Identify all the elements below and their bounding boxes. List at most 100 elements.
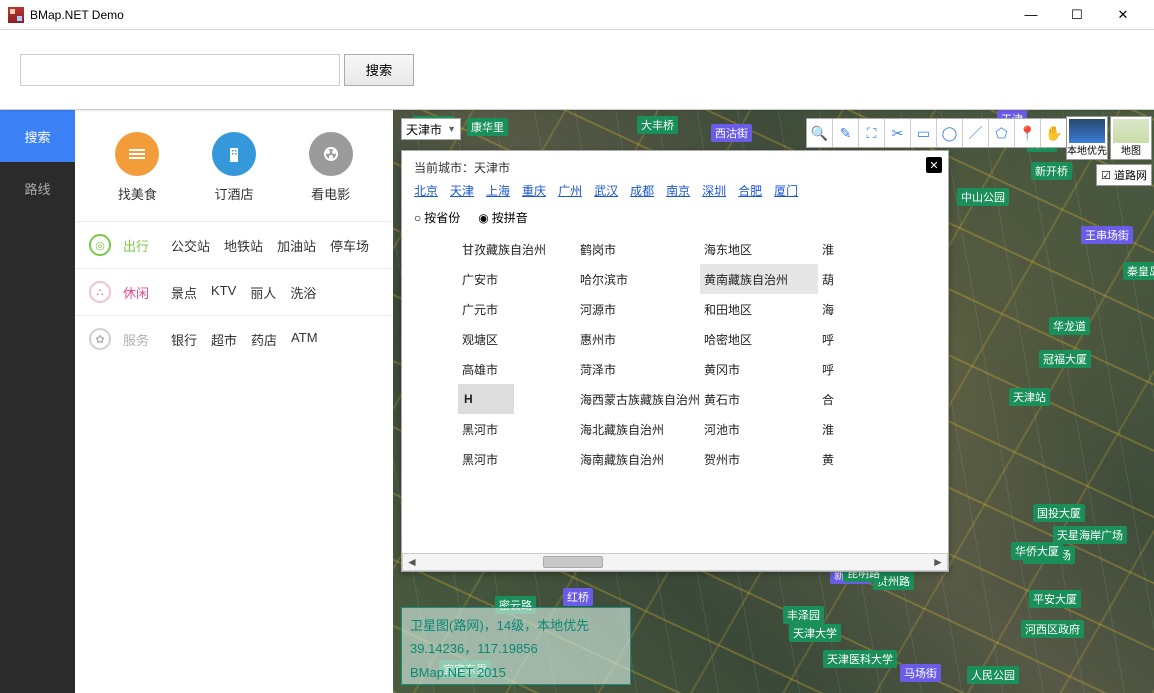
cat-item[interactable]: 药店	[251, 330, 277, 349]
marker-icon[interactable]: 📍	[1015, 119, 1041, 147]
hot-city-link[interactable]: 北京	[414, 182, 438, 199]
map-poi-label[interactable]: 康华里	[467, 118, 508, 136]
city-list-item[interactable]: 黑河市	[458, 444, 576, 474]
line-icon[interactable]: ／	[963, 119, 989, 147]
quick-hotel[interactable]: 订酒店	[212, 132, 256, 203]
hot-city-link[interactable]: 南京	[666, 182, 690, 199]
city-list-item[interactable]: 甘孜藏族自治州	[458, 234, 576, 264]
city-list-item[interactable]: 海	[818, 294, 936, 324]
city-list-item[interactable]: 河池市	[700, 414, 818, 444]
city-list-item[interactable]: 河源市	[576, 294, 700, 324]
hot-city-link[interactable]: 天津	[450, 182, 474, 199]
edit-icon[interactable]: ✎	[833, 119, 859, 147]
circle-icon[interactable]: ◯	[937, 119, 963, 147]
hot-city-link[interactable]: 上海	[486, 182, 510, 199]
map-poi-label[interactable]: 华龙道	[1049, 317, 1090, 335]
sidenav-item-route[interactable]: 路线	[0, 162, 75, 214]
hand-icon[interactable]: ✋	[1041, 119, 1067, 147]
city-list-item[interactable]: 合	[818, 384, 936, 414]
city-list-item[interactable]: 观塘区	[458, 324, 576, 354]
map-poi-label[interactable]: 天津医科大学	[823, 650, 897, 668]
city-list-item[interactable]: 海北藏族自治州	[576, 414, 700, 444]
city-list-item[interactable]: 贺州市	[700, 444, 818, 474]
scroll-thumb[interactable]	[543, 556, 603, 568]
zoomregion-icon[interactable]: ⛶	[859, 119, 885, 147]
city-list-item[interactable]: 广元市	[458, 294, 576, 324]
city-list-item[interactable]: 海东地区	[700, 234, 818, 264]
cat-item[interactable]: ATM	[291, 330, 317, 349]
city-list-item[interactable]: 黄	[818, 444, 936, 474]
map-poi-label[interactable]: 丰泽园	[783, 606, 824, 624]
hot-city-link[interactable]: 厦门	[774, 182, 798, 199]
quick-food[interactable]: 找美食	[115, 132, 159, 203]
city-list-scrollbar[interactable]: ◄ ►	[402, 553, 948, 571]
city-list-item[interactable]: 惠州市	[576, 324, 700, 354]
city-list-item[interactable]: 海西蒙古族藏族自治州	[576, 384, 700, 414]
cat-item[interactable]: KTV	[211, 283, 236, 302]
hot-city-link[interactable]: 武汉	[594, 182, 618, 199]
maximize-button[interactable]: ☐	[1054, 0, 1100, 30]
city-list-item[interactable]: 黄石市	[700, 384, 818, 414]
city-dropdown[interactable]: 天津市 ▼	[401, 118, 461, 140]
close-button[interactable]: ✕	[1100, 0, 1146, 30]
city-list-item[interactable]: 淮	[818, 234, 936, 264]
city-list-item[interactable]: 淮	[818, 414, 936, 444]
map-poi-label[interactable]: 大丰桥	[637, 116, 678, 134]
hot-city-link[interactable]: 合肥	[738, 182, 762, 199]
city-list-item[interactable]: 鹤岗市	[576, 234, 700, 264]
map-area[interactable]: 西沽街天津王串场街新兴街马场街中山公园华龙道冠福大厦天津站国投大厦天星海岸广场汇…	[393, 110, 1154, 693]
sidenav-item-search[interactable]: 搜索	[0, 110, 75, 162]
scroll-left-icon[interactable]: ◄	[403, 554, 421, 570]
map-poi-label[interactable]: 国投大厦	[1033, 504, 1085, 522]
search-input[interactable]	[20, 54, 340, 86]
zoom-icon[interactable]: 🔍	[807, 119, 833, 147]
search-button[interactable]: 搜索	[344, 54, 414, 86]
map-poi-label[interactable]: 平安大厦	[1029, 590, 1081, 608]
hot-city-link[interactable]: 深圳	[702, 182, 726, 199]
city-list-item[interactable]: 哈密地区	[700, 324, 818, 354]
map-poi-label[interactable]: 天津站	[1009, 388, 1050, 406]
city-panel-close[interactable]: ✕	[926, 157, 942, 173]
minimize-button[interactable]: —	[1008, 0, 1054, 30]
cat-item[interactable]: 洗浴	[290, 283, 316, 302]
map-poi-label[interactable]: 人民公园	[967, 666, 1019, 684]
hot-city-link[interactable]: 重庆	[522, 182, 546, 199]
roadnet-checkbox[interactable]: ☑ 道路网	[1096, 164, 1152, 186]
cat-item[interactable]: 景点	[171, 283, 197, 302]
quick-movie[interactable]: 看电影	[309, 132, 353, 203]
city-list-item[interactable]: 和田地区	[700, 294, 818, 324]
screenshot-icon[interactable]: ✂	[885, 119, 911, 147]
radio-province[interactable]: ○ 按省份	[414, 209, 460, 226]
cat-item[interactable]: 加油站	[277, 236, 316, 255]
city-list-item[interactable]: 黄南藏族自治州	[700, 264, 818, 294]
map-poi-label[interactable]: 中山公园	[957, 188, 1009, 206]
map-poi-label[interactable]: 王串场街	[1081, 226, 1133, 244]
rect-icon[interactable]: ▭	[911, 119, 937, 147]
maptype-satellite[interactable]: 本地优先	[1066, 116, 1108, 160]
scroll-right-icon[interactable]: ►	[929, 554, 947, 570]
cat-item[interactable]: 丽人	[250, 283, 276, 302]
map-poi-label[interactable]: 红桥	[563, 588, 593, 606]
city-list-item[interactable]: 黑河市	[458, 414, 576, 444]
city-list-item[interactable]: 黄冈市	[700, 354, 818, 384]
maptype-map[interactable]: 地图	[1110, 116, 1152, 160]
cat-item[interactable]: 公交站	[171, 236, 210, 255]
city-list-item[interactable]: 海南藏族自治州	[576, 444, 700, 474]
map-poi-label[interactable]: 新开桥	[1031, 162, 1072, 180]
city-list-item[interactable]: 哈尔滨市	[576, 264, 700, 294]
map-poi-label[interactable]: 西沽街	[711, 124, 752, 142]
map-poi-label[interactable]: 河西区政府	[1021, 620, 1084, 638]
city-list-item[interactable]: 高雄市	[458, 354, 576, 384]
map-poi-label[interactable]: 秦皇岛	[1123, 262, 1154, 280]
cat-item[interactable]: 超市	[211, 330, 237, 349]
cat-item[interactable]: 银行	[171, 330, 197, 349]
city-list-item[interactable]: 菏泽市	[576, 354, 700, 384]
poly-icon[interactable]: ⬠	[989, 119, 1015, 147]
hot-city-link[interactable]: 广州	[558, 182, 582, 199]
cat-item[interactable]: 地铁站	[224, 236, 263, 255]
map-poi-label[interactable]: 天星海岸广场	[1053, 526, 1127, 544]
cat-item[interactable]: 停车场	[330, 236, 369, 255]
city-list-item[interactable]: 广安市	[458, 264, 576, 294]
city-list-item[interactable]: 呼	[818, 324, 936, 354]
map-poi-label[interactable]: 华侨大厦	[1011, 542, 1063, 560]
